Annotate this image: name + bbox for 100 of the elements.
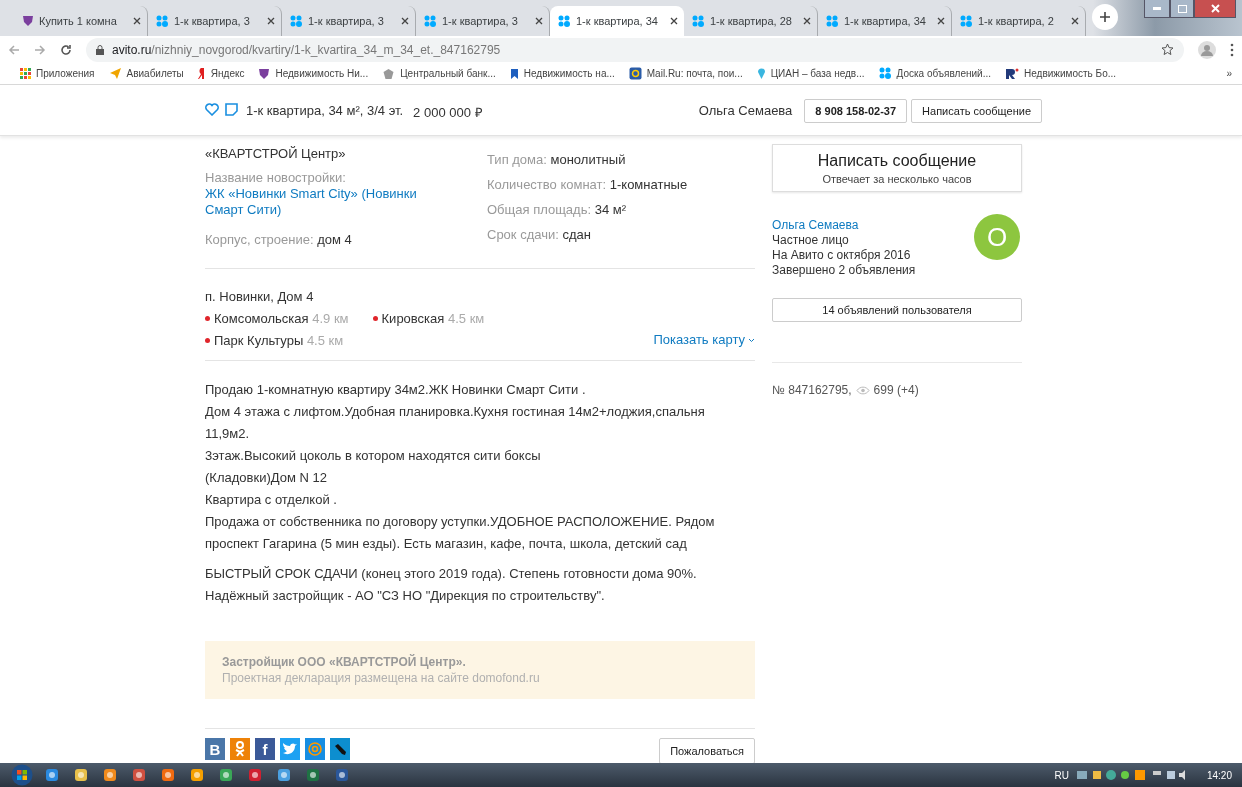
pencil-icon [333,742,347,756]
menu-icon[interactable] [1230,42,1234,57]
dots-icon [826,14,839,28]
ad-number: № 847162795, [772,383,852,397]
chevron-icon [748,337,755,343]
bookmark-link[interactable]: Доска объявлений... [896,68,992,79]
description-text: Надёжный застройщик - АО "СЗ НО "Дирекция по строительству". [205,587,606,605]
dots-icon [878,67,892,80]
shield-icon [22,15,34,27]
notice-title: Застройщик ООО «КВАРТСТРОЙ Центр». [222,655,467,669]
url-text: avito.ru/nizhniy_novgorod/kvartiry/1-k_kvartira_34_m_34_et._847162795 [112,42,501,57]
bookmark-link[interactable]: Яндекс [210,68,245,79]
dots-icon [558,14,571,28]
close-icon[interactable] [1071,17,1079,25]
bookmark-flag-icon [509,67,519,80]
param-label: Название новостройки: [205,170,347,186]
note-icon[interactable] [225,103,238,116]
close-icon[interactable] [133,17,141,25]
seller-info: Частное лицо [772,233,850,248]
close-window-button[interactable] [1194,0,1236,18]
bookmark-link[interactable]: Приложения [36,68,95,79]
close-icon[interactable] [670,17,678,25]
minimize-button[interactable] [1144,0,1170,18]
ok-share-button[interactable] [230,738,250,760]
browser-tab[interactable]: 1-к квартира, 34 [550,6,684,36]
metro-dot [205,337,210,343]
description-text: (Кладовки)Дом N 12 [205,469,328,487]
user-listings-button[interactable]: 14 объявлений пользователя [772,298,1022,322]
bookmark-link[interactable]: Недвижимость на... [523,68,615,79]
show-map-link[interactable]: Показать карту [653,332,755,348]
param-text: Тип дома: монолитный [487,152,627,168]
bookmark-link[interactable]: Mail.Ru: почта, пои... [646,68,743,79]
metro-station: Парк Культуры 4.5 км [214,332,344,348]
message-button[interactable]: Написать сообщение [911,99,1042,123]
seller-avatar: О [974,214,1020,260]
write-message-button[interactable]: Написать сообщение Отвечает за несколько часов [772,144,1022,192]
twitter-share-button[interactable] [280,738,300,760]
tray-icons[interactable] [1076,768,1187,782]
bookmark-link[interactable]: Недвижимость Бо... [1024,68,1117,79]
bookmark-link[interactable]: ЦИАН – база недв... [770,68,865,79]
minimize-icon [1153,7,1161,10]
heart-icon[interactable] [205,103,219,116]
seller-info: На Авито с октября 2016 [772,248,912,263]
description-text: Дом 4 этажа с лифтом.Удобная планировка.Кухня гостиная 14м2+лоджия,спальня 11,9м2. [205,403,706,443]
start-button[interactable] [10,764,34,786]
bookmark-link[interactable]: Центральный банк... [400,68,496,79]
listing-price: 2 000 000 ₽ [413,104,483,121]
bookmark-link[interactable]: Авиабилеты [126,68,184,79]
eye-icon [855,385,870,395]
close-icon[interactable] [267,17,275,25]
metro-dot [372,316,378,321]
bookmark-link[interactable]: Недвижимость Ни... [275,68,369,79]
address-text: п. Новинки, Дом 4 [205,289,315,305]
reload-icon[interactable] [60,43,72,56]
maximize-button[interactable] [1170,0,1194,18]
mail-icon [628,67,642,80]
clock[interactable]: 14:20 [1206,769,1232,781]
dots-icon [156,14,169,28]
close-icon[interactable] [803,17,811,25]
close-icon [1210,4,1220,13]
language-indicator[interactable]: RU [1054,769,1069,781]
listing-title: 1-к квартира, 34 м², 3/4 эт. [246,103,404,118]
complex-link[interactable]: ЖК «Новинки Smart City» (Новинки Смарт Сити) [205,186,455,218]
description-text: 3этаж.Высокий цоколь в котором находятся сити боксы [205,447,542,465]
description-text: БЫСТРЫЙ СРОК СДАЧИ (конец этого 2019 года). Степень готовности дома 90%. [205,565,698,583]
param-text: Корпус, строение: дом 4 [205,231,353,248]
yandex-icon [197,67,206,80]
param-text: Количество комнат: 1-комнатные [487,177,689,193]
livejournal-share-button[interactable] [330,738,350,760]
close-icon[interactable] [401,17,409,25]
r-logo-icon [1005,67,1020,80]
vk-share-button[interactable]: В [205,738,225,760]
new-tab-button[interactable] [1092,4,1118,30]
bird-icon [282,742,298,756]
star-icon[interactable] [1161,43,1174,56]
param-text: Общая площадь: 34 м² [487,202,627,218]
shield-icon [258,67,271,80]
more-bookmarks-button[interactable]: » [1226,68,1232,79]
maximize-icon [1177,4,1187,13]
developer-name: «КВАРТСТРОЙ Центр» [205,146,347,162]
phone-button[interactable]: 8 908 158-02-37 [804,99,908,123]
profile-icon[interactable] [1198,40,1216,59]
close-icon[interactable] [535,17,543,25]
emblem-icon [382,67,396,80]
lock-icon [96,44,104,55]
dots-icon [960,14,973,28]
plus-icon [1099,11,1111,23]
address-bar[interactable]: avito.ru/nizhniy_novgorod/kvartiry/1-k_kvartira_34_m_34_et._847162795 [86,37,1184,62]
facebook-share-button[interactable]: f [255,738,275,760]
at-sign-icon [308,742,322,756]
close-icon[interactable] [937,17,945,25]
plane-icon [108,67,122,80]
notice-text: Проектная декларация размещена на сайте domofond.ru [222,671,541,685]
metro-station: Комсомольская 4.9 км [214,311,349,326]
seller-link[interactable]: Ольга Семаева [772,218,974,233]
description-text: Квартира с отделкой . [205,491,338,509]
metro-dot [205,316,210,321]
complain-button[interactable]: Пожаловаться [659,738,755,763]
person-icon [235,741,245,757]
param-text: Срок сдачи: сдан [487,227,592,243]
